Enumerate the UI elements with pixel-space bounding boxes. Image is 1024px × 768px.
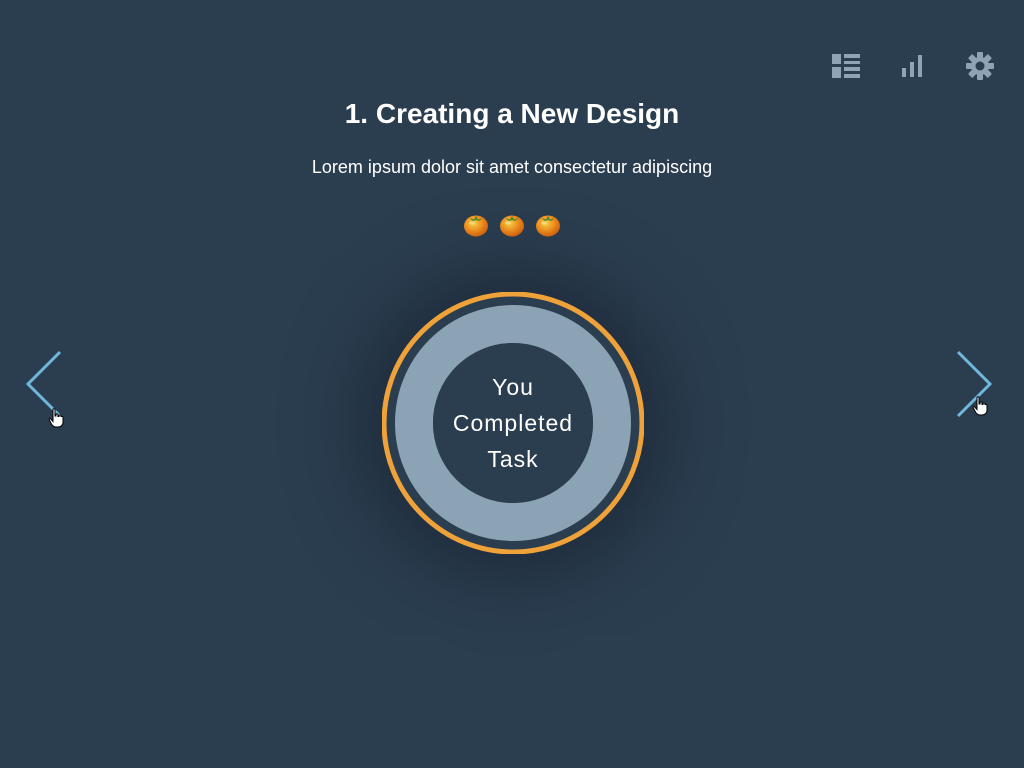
tomato-icon [464, 215, 488, 237]
completion-line-1: You [492, 374, 534, 400]
bar-chart-icon [902, 55, 922, 77]
gear-icon [966, 52, 994, 80]
pomodoro-count [0, 210, 1024, 238]
statistics-button[interactable] [897, 50, 929, 82]
task-description: Lorem ipsum dolor sit amet consectetur a… [311, 157, 713, 177]
next-task-button[interactable] [950, 348, 998, 424]
completion-line-2: Completed [452, 410, 574, 436]
task-screen: 1. Creating a New Design Lorem ipsum dol… [0, 0, 1024, 768]
list-view-button[interactable] [830, 50, 862, 82]
task-title: 1. Creating a New Design [344, 98, 680, 129]
previous-task-button[interactable] [20, 348, 68, 428]
hand-cursor-icon [972, 396, 988, 416]
completion-line-3: Task [487, 446, 539, 472]
completion-message: You Completed Task [382, 292, 644, 554]
list-view-icon [832, 54, 860, 78]
toolbar [830, 50, 996, 82]
tomato-icon [536, 215, 560, 237]
progress-circle: You Completed Task [382, 292, 644, 554]
settings-button[interactable] [964, 50, 996, 82]
hand-cursor-icon [48, 408, 64, 428]
tomato-icon [500, 215, 524, 237]
